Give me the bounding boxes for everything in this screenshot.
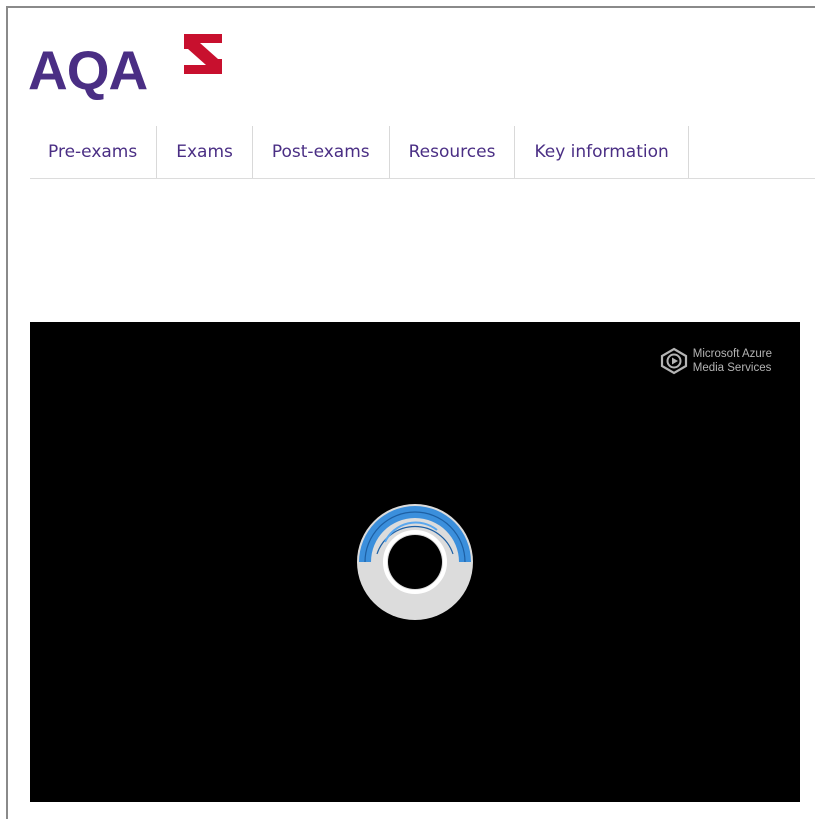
nav-item-pre-exams[interactable]: Pre-exams (30, 126, 158, 178)
video-player[interactable]: Microsoft Azure Media Services (30, 322, 800, 802)
nav-item-key-information[interactable]: Key information (515, 126, 689, 178)
loading-spinner-icon (357, 504, 473, 620)
aqa-logo-text: AQA (28, 39, 148, 101)
main-nav: Pre-exams Exams Post-exams Resources Key… (30, 126, 815, 179)
azure-media-services-brand: Microsoft Azure Media Services (659, 346, 772, 376)
nav-item-post-exams[interactable]: Post-exams (253, 126, 390, 178)
brand-line-2: Media Services (692, 362, 772, 374)
nav-item-exams[interactable]: Exams (157, 126, 253, 178)
aqa-logo-mark-icon (184, 34, 222, 74)
aqa-logo[interactable]: AQA (28, 28, 228, 103)
brand-line-1: Microsoft Azure (692, 348, 772, 360)
azure-media-services-icon (660, 347, 687, 375)
nav-item-resources[interactable]: Resources (390, 126, 516, 178)
